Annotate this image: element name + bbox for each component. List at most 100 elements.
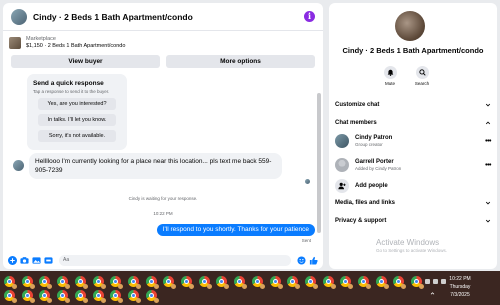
media-files-links-label: Media, files and links (335, 200, 396, 206)
browser-taskbar-icon[interactable] (21, 276, 35, 289)
quick-response-title: Send a quick response (33, 80, 104, 87)
mute-label: Mute (384, 81, 395, 86)
member-role: Added by Cindy Patron (355, 166, 402, 171)
browser-taskbar-icon[interactable] (251, 276, 265, 289)
media-files-links-section[interactable]: Media, files and links (335, 197, 491, 209)
browser-taskbar-icon[interactable] (4, 276, 17, 289)
sender-avatar[interactable] (13, 160, 24, 171)
browser-taskbar-icon[interactable] (393, 276, 407, 289)
chevron-down-icon (485, 201, 491, 205)
more-options-button[interactable]: More options (166, 55, 315, 68)
gif-icon[interactable] (44, 256, 53, 265)
quick-response-card: Send a quick response Tap a response to … (27, 74, 127, 150)
info-icon[interactable]: i (304, 11, 315, 22)
browser-taskbar-icon[interactable] (74, 290, 88, 303)
browser-taskbar-icon[interactable] (110, 276, 124, 289)
browser-taskbar-icon[interactable] (358, 276, 371, 289)
browser-taskbar-icon[interactable] (411, 276, 425, 289)
waiting-notice: Cindy is waiting for your response. (128, 196, 198, 201)
browser-taskbar-icon[interactable] (74, 276, 88, 289)
privacy-support-section[interactable]: Privacy & support (335, 215, 491, 227)
clock-time: 10:22 PM (449, 276, 471, 282)
browser-taskbar-icon[interactable] (287, 276, 301, 289)
browser-taskbar-icon[interactable] (110, 290, 124, 303)
message-input[interactable]: Aa (59, 254, 291, 266)
camera-icon[interactable] (20, 256, 29, 265)
browser-taskbar-icon[interactable] (375, 276, 389, 289)
browser-taskbar-icon[interactable] (216, 276, 230, 289)
taskbar-clock[interactable]: 10:22 PM Thursday 7/3/2025 (424, 275, 496, 299)
browser-taskbar-icon[interactable] (39, 276, 53, 289)
sent-status: Sent (301, 238, 311, 243)
marketplace-label: Marketplace (26, 36, 56, 42)
quick-response-option[interactable]: Yes, are you interested? (38, 98, 116, 110)
chat-avatar[interactable] (11, 8, 27, 25)
more-icon[interactable]: ••• (485, 162, 491, 169)
plus-icon[interactable] (8, 255, 17, 265)
emoji-icon[interactable] (297, 255, 306, 265)
message-timestamp: 10:22 PM (153, 211, 173, 216)
browser-taskbar-icon[interactable] (142, 287, 160, 304)
add-people-button[interactable]: Add people (335, 179, 388, 193)
member-name: Cindy Patron (355, 135, 393, 141)
browser-taskbar-icon[interactable] (198, 276, 212, 289)
chevron-down-icon (485, 103, 491, 107)
chevron-down-icon (485, 219, 491, 223)
message-composer: Aa (3, 251, 323, 269)
image-icon[interactable] (32, 256, 41, 265)
browser-taskbar-icon[interactable] (21, 290, 35, 303)
marketplace-listing[interactable]: Marketplace $1,150 · 2 Beds 1 Bath Apart… (3, 34, 323, 52)
chat-members-label: Chat members (335, 120, 377, 126)
quick-response-option[interactable]: In talks. I'll let you know. (38, 114, 116, 126)
browser-taskbar-icon[interactable] (163, 276, 177, 289)
watermark-title: Activate Windows (376, 238, 440, 247)
mute-button[interactable]: Mute (381, 66, 399, 86)
thumbs-up-icon[interactable] (309, 256, 318, 265)
read-receipt-avatar (305, 179, 310, 184)
outgoing-message[interactable]: I'll respond to you shortly. Thanks for … (156, 224, 315, 236)
add-person-icon (335, 179, 349, 193)
chat-members-section[interactable]: Chat members (335, 117, 491, 129)
member-row[interactable]: Garrell Porter Added by Cindy Patron ••• (335, 158, 491, 172)
conversation-avatar[interactable] (395, 11, 425, 41)
search-button[interactable]: Search (413, 66, 431, 86)
browser-taskbar-icon[interactable] (4, 290, 17, 303)
customize-chat-section[interactable]: Customize chat (335, 99, 491, 111)
browser-taskbar-icon[interactable] (304, 276, 318, 289)
chevron-up-icon (485, 121, 491, 125)
activate-windows-watermark: Activate Windows Go to Settings to activ… (376, 238, 447, 253)
add-people-label: Add people (355, 183, 388, 189)
view-buyer-button[interactable]: View buyer (11, 55, 160, 68)
browser-taskbar-icon[interactable] (269, 276, 283, 289)
browser-taskbar-icon[interactable] (322, 276, 336, 289)
member-name: Garrell Porter (355, 159, 394, 165)
chat-details-panel: Cindy · 2 Beds 1 Bath Apartment/condo Mu… (329, 3, 497, 269)
browser-taskbar-icon[interactable] (127, 290, 141, 303)
avatar (335, 134, 349, 148)
bell-icon (383, 66, 397, 79)
browser-taskbar-icon[interactable] (57, 276, 71, 289)
chat-panel: Cindy · 2 Beds 1 Bath Apartment/condo i … (3, 3, 323, 269)
member-row[interactable]: Cindy Patron Group creator ••• (335, 134, 491, 148)
browser-taskbar-icon[interactable] (92, 290, 106, 303)
incoming-message[interactable]: Hellllooo I'm currently looking for a pl… (29, 153, 282, 179)
privacy-support-label: Privacy & support (335, 218, 387, 224)
listing-summary: $1,150 · 2 Beds 1 Bath Apartment/condo (26, 43, 126, 49)
quick-response-subtitle: Tap a response to send it to the buyer. (33, 89, 110, 94)
watermark-subtitle: Go to Settings to activate Windows. (376, 248, 448, 253)
browser-taskbar-icon[interactable] (57, 290, 71, 303)
chat-title[interactable]: Cindy · 2 Beds 1 Bath Apartment/condo (33, 12, 304, 22)
browser-taskbar-icon[interactable] (340, 276, 354, 289)
browser-taskbar-icon[interactable] (145, 276, 159, 289)
browser-taskbar-icon[interactable] (234, 276, 248, 289)
more-icon[interactable]: ••• (485, 138, 491, 145)
details-title: Cindy · 2 Beds 1 Bath Apartment/condo (342, 46, 484, 55)
browser-taskbar-icon[interactable] (127, 276, 141, 289)
quick-response-option[interactable]: Sorry, it's not available. (38, 130, 116, 142)
details-actions: Mute Search (381, 66, 431, 86)
browser-taskbar-icon[interactable] (92, 276, 106, 289)
browser-taskbar-icon[interactable] (39, 290, 53, 303)
member-role: Group creator (355, 142, 383, 147)
browser-taskbar-icon[interactable] (181, 276, 194, 289)
chat-scrollbar[interactable] (317, 93, 321, 233)
